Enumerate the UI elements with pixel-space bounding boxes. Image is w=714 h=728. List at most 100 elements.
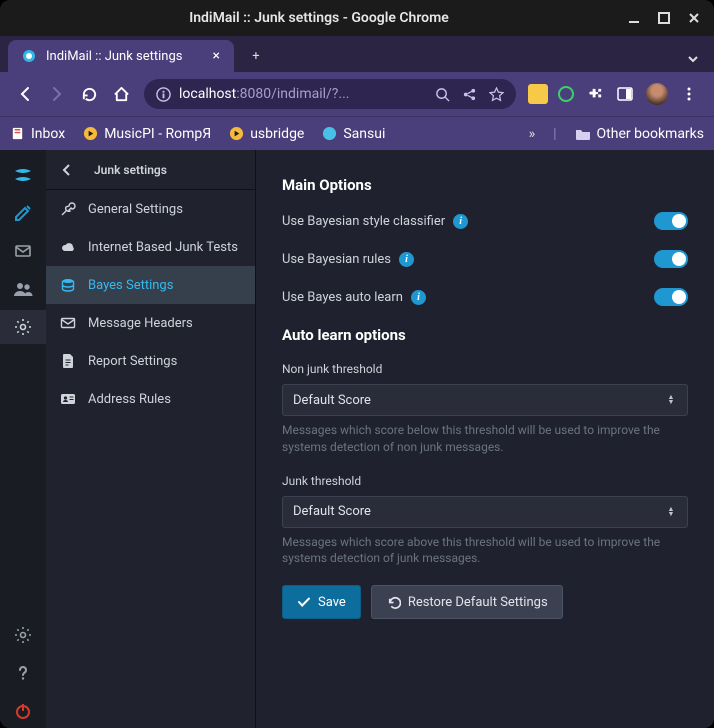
nav-item-internet-junk[interactable]: Internet Based Junk Tests (46, 228, 255, 266)
other-bookmarks-folder[interactable]: Other bookmarks (575, 126, 704, 142)
window-close-button[interactable] (686, 10, 702, 26)
field-label: Non junk threshold (282, 362, 688, 376)
toggle-switch[interactable] (654, 212, 688, 230)
site-info-icon[interactable] (156, 87, 171, 102)
browser-tab[interactable]: IndiMail :: Junk settings × (8, 40, 234, 72)
restore-defaults-button[interactable]: Restore Default Settings (371, 585, 563, 619)
bookmark-item[interactable]: Sansui (322, 126, 385, 142)
nav-forward-button[interactable] (42, 79, 72, 109)
envelope-icon (60, 315, 76, 331)
address-text: localhost:8080/indimail/?... (179, 86, 427, 102)
browser-tab-label: IndiMail :: Junk settings (46, 49, 183, 64)
toggle-switch[interactable] (654, 250, 688, 268)
toggle-label: Use Bayesian rules (282, 252, 391, 267)
select-caret-icon: ▲▼ (665, 507, 677, 517)
new-tab-button[interactable]: + (246, 46, 266, 66)
bookmark-item[interactable]: Inbox (10, 126, 65, 142)
info-icon[interactable]: i (453, 214, 468, 229)
field-help-text: Messages which score above this threshol… (282, 534, 688, 568)
bookmark-item[interactable]: usbridge (229, 126, 304, 142)
toggle-row-bayesian-rules: Use Bayesian rules i (282, 250, 688, 268)
info-icon[interactable]: i (411, 290, 426, 305)
app-rail (0, 150, 46, 728)
nav-item-headers[interactable]: Message Headers (46, 304, 255, 342)
bookmark-favicon-icon (83, 126, 98, 141)
tab-close-button[interactable]: × (213, 48, 220, 64)
nav-item-report[interactable]: Report Settings (46, 342, 255, 380)
junk-threshold-select[interactable]: Default Score ▲▼ (282, 496, 688, 528)
section-title: Auto learn options (282, 326, 688, 344)
rail-mail-button[interactable] (0, 234, 46, 268)
nav-item-label: General Settings (88, 202, 183, 217)
nav-item-label: Report Settings (88, 354, 177, 369)
nav-item-general[interactable]: General Settings (46, 190, 255, 228)
nav-item-address-rules[interactable]: Address Rules (46, 380, 255, 418)
nav-reload-button[interactable] (74, 79, 104, 109)
side-panel-icon[interactable] (610, 79, 640, 109)
settings-back-button[interactable] (60, 163, 76, 177)
bookmarks-bar: Inbox MusicPI - RompЯ usbridge Sansui » … (0, 116, 714, 150)
window-title: IndiMail :: Junk settings - Google Chrom… (12, 10, 626, 26)
extension-icon[interactable] (556, 84, 576, 104)
section-title: Main Options (282, 176, 688, 194)
button-label: Restore Default Settings (408, 595, 548, 610)
toggle-switch[interactable] (654, 288, 688, 306)
bookmark-label: Inbox (31, 126, 65, 142)
settings-nav: Junk settings General Settings Internet … (46, 150, 256, 728)
bookmark-favicon-icon (229, 126, 244, 141)
rail-compose-button[interactable] (0, 196, 46, 230)
nav-item-bayes[interactable]: Bayes Settings (46, 266, 255, 304)
bookmark-star-icon[interactable] (489, 87, 504, 102)
window-minimize-button[interactable] (626, 10, 642, 26)
bookmark-label: MusicPI - RompЯ (104, 126, 211, 142)
rail-settings-button[interactable] (0, 310, 46, 344)
save-button[interactable]: Save (282, 585, 361, 619)
bookmark-label: Other bookmarks (597, 126, 704, 142)
bookmarks-overflow-button[interactable]: » (529, 126, 536, 142)
settings-main: Main Options Use Bayesian style classifi… (256, 150, 714, 728)
bookmark-label: Sansui (343, 126, 385, 142)
rail-help-button[interactable] (0, 656, 46, 690)
document-icon (60, 353, 76, 369)
toggle-row-bayes-autolearn: Use Bayes auto learn i (282, 288, 688, 306)
toggle-label: Use Bayesian style classifier (282, 214, 445, 229)
folder-icon (575, 126, 591, 142)
tablist-chevron-icon[interactable] (686, 52, 700, 66)
toggle-row-bayesian-classifier: Use Bayesian style classifier i (282, 212, 688, 230)
bookmark-favicon-icon (10, 126, 25, 141)
address-bar[interactable]: localhost:8080/indimail/?... (144, 79, 516, 109)
extensions-puzzle-icon[interactable] (580, 79, 610, 109)
rail-logout-button[interactable] (0, 694, 46, 728)
nav-item-label: Internet Based Junk Tests (88, 240, 238, 255)
nav-item-label: Message Headers (88, 316, 193, 331)
nav-item-label: Bayes Settings (88, 278, 173, 293)
settings-nav-list: General Settings Internet Based Junk Tes… (46, 190, 255, 418)
rail-logo-icon[interactable] (0, 158, 46, 192)
select-value: Default Score (293, 393, 371, 408)
window-maximize-button[interactable] (656, 10, 672, 26)
profile-avatar[interactable] (646, 83, 668, 105)
nonjunk-threshold-select[interactable]: Default Score ▲▼ (282, 384, 688, 416)
favicon-icon (22, 49, 36, 63)
undo-icon (386, 595, 401, 610)
field-label: Junk threshold (282, 474, 688, 488)
browser-urlbar: localhost:8080/indimail/?... (0, 72, 714, 116)
select-caret-icon: ▲▼ (665, 395, 677, 405)
button-label: Save (318, 595, 346, 610)
bookmark-item[interactable]: MusicPI - RompЯ (83, 126, 211, 142)
rail-theme-button[interactable] (0, 618, 46, 652)
zoom-icon[interactable] (435, 87, 450, 102)
check-icon (297, 595, 311, 609)
bookmark-label: usbridge (250, 126, 304, 142)
address-card-icon (60, 391, 76, 407)
rail-contacts-button[interactable] (0, 272, 46, 306)
select-value: Default Score (293, 504, 371, 519)
info-icon[interactable]: i (399, 252, 414, 267)
nav-item-label: Address Rules (88, 392, 171, 407)
bookmark-favicon-icon (322, 126, 337, 141)
browser-menu-button[interactable] (674, 79, 704, 109)
nav-back-button[interactable] (10, 79, 40, 109)
extension-icon[interactable] (528, 84, 548, 104)
share-icon[interactable] (462, 87, 477, 102)
nav-home-button[interactable] (106, 79, 136, 109)
